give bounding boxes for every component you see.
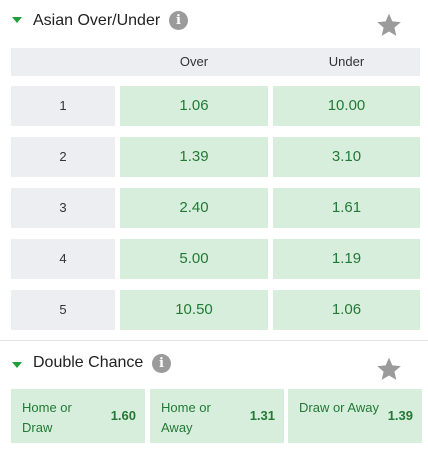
over-odd-button[interactable]: 5.00 <box>120 239 268 279</box>
info-icon[interactable]: i <box>152 354 171 373</box>
table-row: 1 1.06 10.00 <box>11 86 420 126</box>
header-over: Over <box>179 54 209 69</box>
line-label: 2 <box>11 137 115 177</box>
line-label: 3 <box>11 188 115 228</box>
double-chance-option[interactable]: Home or Draw 1.60 <box>11 389 145 443</box>
under-odd-button[interactable]: 3.10 <box>273 137 420 177</box>
table-row: 3 2.40 1.61 <box>11 188 420 228</box>
table-header: Over Under <box>11 48 420 76</box>
section-title: Double Chance <box>33 354 144 371</box>
table-row: 2 1.39 3.10 <box>11 137 420 177</box>
over-odd-button[interactable]: 10.50 <box>120 290 268 330</box>
table-row: 5 10.50 1.06 <box>11 290 420 330</box>
line-label: 5 <box>11 290 115 330</box>
option-label: Home or Draw <box>22 400 72 435</box>
header-under: Under <box>328 54 365 69</box>
under-odd-button[interactable]: 10.00 <box>273 86 420 126</box>
table-row: 4 5.00 1.19 <box>11 239 420 279</box>
asian-over-under-section: Asian Over/Under i <box>0 0 428 40</box>
line-label: 4 <box>11 239 115 279</box>
double-chance-header[interactable]: Double Chance i <box>0 341 428 381</box>
collapse-triangle-icon[interactable] <box>12 17 22 23</box>
option-label: Draw or Away <box>299 400 379 415</box>
option-odd: 1.60 <box>110 408 136 423</box>
asian-over-under-header[interactable]: Asian Over/Under i <box>0 0 428 40</box>
star-icon[interactable] <box>376 356 402 382</box>
option-label: Home or Away <box>161 400 211 435</box>
double-chance-option[interactable]: Draw or Away 1.39 <box>288 389 422 443</box>
over-odd-button[interactable]: 1.06 <box>120 86 268 126</box>
option-odd: 1.39 <box>387 408 413 423</box>
header-line <box>11 48 115 76</box>
under-odd-button[interactable]: 1.19 <box>273 239 420 279</box>
line-label: 1 <box>11 86 115 126</box>
under-odd-button[interactable]: 1.06 <box>273 290 420 330</box>
double-chance-section: Double Chance i <box>0 341 428 381</box>
over-odd-button[interactable]: 1.39 <box>120 137 268 177</box>
option-odd: 1.31 <box>249 408 275 423</box>
star-icon[interactable] <box>376 12 402 38</box>
info-icon[interactable]: i <box>169 11 188 30</box>
section-title: Asian Over/Under <box>33 12 161 29</box>
double-chance-option[interactable]: Home or Away 1.31 <box>150 389 284 443</box>
under-odd-button[interactable]: 1.61 <box>273 188 420 228</box>
over-odd-button[interactable]: 2.40 <box>120 188 268 228</box>
collapse-triangle-icon[interactable] <box>12 362 22 368</box>
